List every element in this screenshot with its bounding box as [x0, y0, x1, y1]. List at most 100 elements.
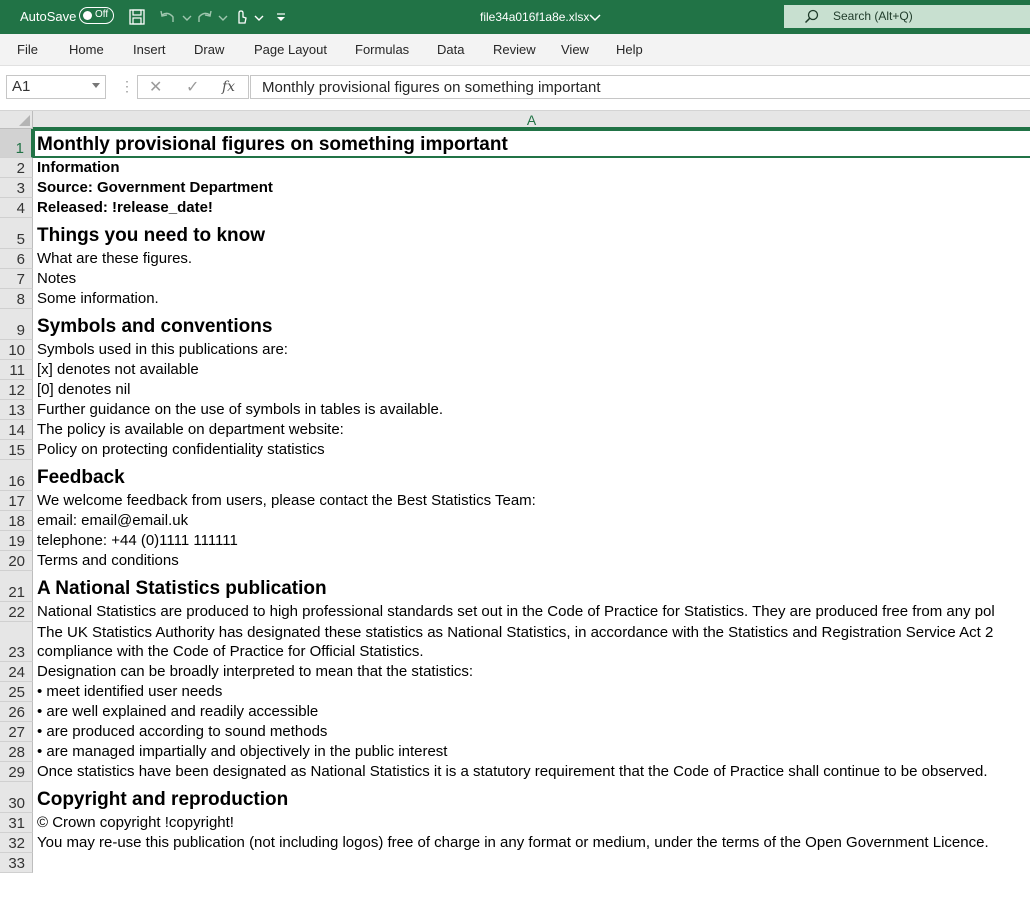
tab-file[interactable]: File [17, 42, 38, 57]
cell-a13[interactable]: Further guidance on the use of symbols i… [33, 400, 1030, 420]
row-header[interactable]: 23 [0, 622, 33, 662]
row-header[interactable]: 15 [0, 440, 33, 460]
enter-icon[interactable]: ✓ [186, 77, 199, 97]
cell-a30[interactable]: Copyright and reproduction [33, 782, 1030, 813]
tab-review[interactable]: Review [493, 42, 536, 57]
file-name[interactable]: file34a016f1a8e.xlsx [480, 10, 589, 24]
row-header[interactable]: 30 [0, 782, 33, 813]
row-header[interactable]: 16 [0, 460, 33, 491]
row-header[interactable]: 1 [0, 129, 33, 158]
cell-a9[interactable]: Symbols and conventions [33, 309, 1030, 340]
row-header[interactable]: 9 [0, 309, 33, 340]
row-header[interactable]: 14 [0, 420, 33, 440]
search-box[interactable]: Search (Alt+Q) [784, 5, 1030, 28]
row-header[interactable]: 29 [0, 762, 33, 782]
touch-mode-dropdown-icon[interactable] [250, 8, 268, 26]
row-header[interactable]: 32 [0, 833, 33, 853]
cell-a6[interactable]: What are these figures. [33, 249, 1030, 269]
row-header[interactable]: 24 [0, 662, 33, 682]
row-header[interactable]: 11 [0, 360, 33, 380]
cell-a23[interactable]: The UK Statistics Authority has designat… [33, 622, 1030, 662]
cell-a20[interactable]: Terms and conditions [33, 551, 1030, 571]
row-header[interactable]: 31 [0, 813, 33, 833]
undo-dropdown-icon[interactable] [178, 8, 196, 26]
redo-dropdown-icon[interactable] [214, 8, 232, 26]
cell-a8[interactable]: Some information. [33, 289, 1030, 309]
cell-a21[interactable]: A National Statistics publication [33, 571, 1030, 602]
row-header[interactable]: 33 [0, 853, 33, 873]
row-header[interactable]: 26 [0, 702, 33, 722]
select-all-button[interactable] [0, 111, 33, 129]
row-header[interactable]: 19 [0, 531, 33, 551]
tab-help[interactable]: Help [616, 42, 643, 57]
cell-a18[interactable]: email: email@email.uk [33, 511, 1030, 531]
row-header[interactable]: 22 [0, 602, 33, 622]
cell-a24[interactable]: Designation can be broadly interpreted t… [33, 662, 1030, 682]
cell-a25[interactable]: • meet identified user needs [33, 682, 1030, 702]
cell-text: We welcome feedback from users, please c… [37, 492, 536, 509]
row-header[interactable]: 2 [0, 158, 33, 178]
cell-a10[interactable]: Symbols used in this publications are: [33, 340, 1030, 360]
name-box-dropdown-icon[interactable] [92, 83, 100, 88]
tab-view[interactable]: View [561, 42, 589, 57]
cell-a31[interactable]: © Crown copyright !copyright! [33, 813, 1030, 833]
row-header[interactable]: 3 [0, 178, 33, 198]
formula-input[interactable]: Monthly provisional figures on something… [250, 75, 1030, 99]
cell-a1[interactable]: Monthly provisional figures on something… [33, 129, 1030, 158]
cell-a15[interactable]: Policy on protecting confidentiality sta… [33, 440, 1030, 460]
cell-a12[interactable]: [0] denotes nil [33, 380, 1030, 400]
cell-text: Notes [37, 270, 77, 287]
row-header[interactable]: 18 [0, 511, 33, 531]
tab-formulas[interactable]: Formulas [355, 42, 409, 57]
cell-a28[interactable]: • are managed impartially and objectivel… [33, 742, 1030, 762]
name-box[interactable]: A1 [6, 75, 106, 99]
cell-a4[interactable]: Released: !release_date! [33, 198, 1030, 218]
cell-a11[interactable]: [x] denotes not available [33, 360, 1030, 380]
cell-a7[interactable]: Notes [33, 269, 1030, 289]
chevron-down-icon[interactable] [586, 9, 604, 27]
row-header[interactable]: 13 [0, 400, 33, 420]
row-header[interactable]: 6 [0, 249, 33, 269]
customize-qat-icon[interactable] [272, 8, 290, 26]
tab-draw[interactable]: Draw [194, 42, 224, 57]
cell-a33[interactable] [33, 853, 1030, 873]
cell-a26[interactable]: • are well explained and readily accessi… [33, 702, 1030, 722]
column-header-a[interactable]: A [33, 111, 1030, 129]
cell-a2[interactable]: Information [33, 158, 1030, 178]
row-header[interactable]: 5 [0, 218, 33, 249]
cell-a5[interactable]: Things you need to know [33, 218, 1030, 249]
cell-a17[interactable]: We welcome feedback from users, please c… [33, 491, 1030, 511]
cell-a14[interactable]: The policy is available on department we… [33, 420, 1030, 440]
cell-a29[interactable]: Once statistics have been designated as … [33, 762, 1030, 782]
cell-a19[interactable]: telephone: +44 (0)1111 111111 [33, 531, 1030, 551]
cell-a27[interactable]: • are produced according to sound method… [33, 722, 1030, 742]
row-header[interactable]: 17 [0, 491, 33, 511]
cell-a22[interactable]: National Statistics are produced to high… [33, 602, 1030, 622]
row-header[interactable]: 12 [0, 380, 33, 400]
cell-a32[interactable]: You may re-use this publication (not inc… [33, 833, 1030, 853]
touch-mode-icon[interactable] [232, 8, 250, 26]
tab-insert[interactable]: Insert [133, 42, 166, 57]
tab-data[interactable]: Data [437, 42, 464, 57]
tab-page-layout[interactable]: Page Layout [254, 42, 327, 57]
row-header[interactable]: 7 [0, 269, 33, 289]
cell-a3[interactable]: Source: Government Department [33, 178, 1030, 198]
insert-function-icon[interactable]: fx [222, 79, 235, 95]
row-header[interactable]: 8 [0, 289, 33, 309]
row-header[interactable]: 20 [0, 551, 33, 571]
tab-home[interactable]: Home [69, 42, 104, 57]
row-header[interactable]: 21 [0, 571, 33, 602]
undo-icon[interactable] [158, 8, 176, 26]
cell-text: National Statistics are produced to high… [37, 603, 995, 620]
row-header[interactable]: 27 [0, 722, 33, 742]
autosave-toggle[interactable]: Off [79, 7, 114, 24]
formula-bar-grip-icon: ⋮ [120, 78, 134, 94]
row-header[interactable]: 25 [0, 682, 33, 702]
row-header[interactable]: 28 [0, 742, 33, 762]
redo-icon[interactable] [196, 8, 214, 26]
save-icon[interactable] [128, 8, 146, 26]
cancel-icon[interactable]: ✕ [149, 77, 162, 97]
row-header[interactable]: 4 [0, 198, 33, 218]
row-header[interactable]: 10 [0, 340, 33, 360]
cell-a16[interactable]: Feedback [33, 460, 1030, 491]
